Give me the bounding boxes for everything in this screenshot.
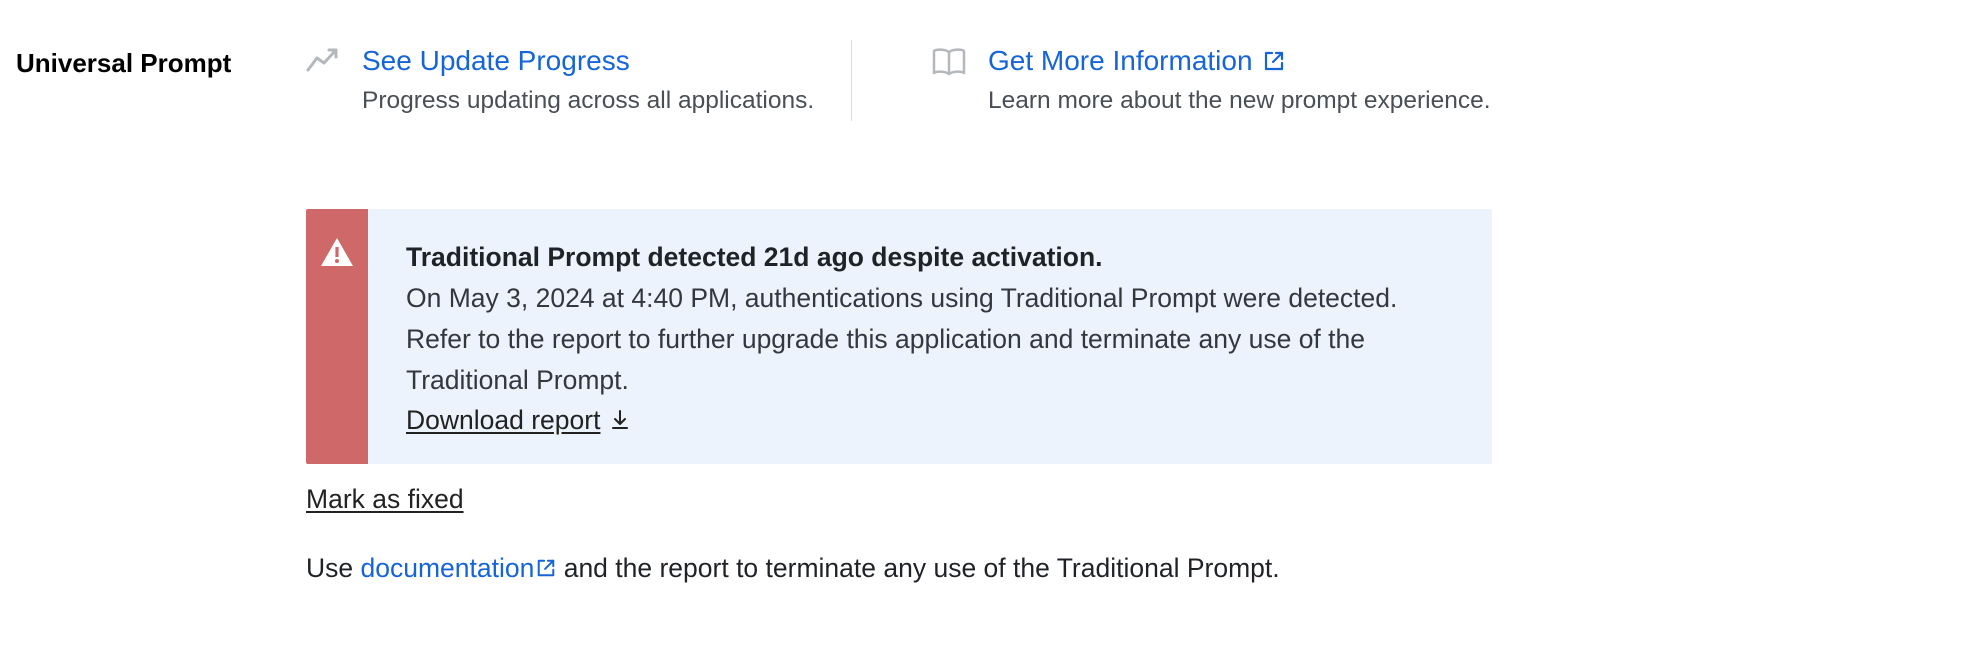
update-progress-block: See Update Progress Progress updating ac… <box>306 30 851 131</box>
trend-up-icon <box>306 48 340 74</box>
external-link-icon <box>1263 50 1285 72</box>
actions-row: See Update Progress Progress updating ac… <box>306 30 1952 131</box>
download-report-link[interactable]: Download report <box>406 405 630 436</box>
get-more-info-sub: Learn more about the new prompt experien… <box>988 84 1491 117</box>
mark-as-fixed-link[interactable]: Mark as fixed <box>306 484 464 515</box>
get-more-info-link-text: Get More Information <box>988 44 1253 78</box>
see-update-progress-link[interactable]: See Update Progress <box>362 44 814 78</box>
download-report-text: Download report <box>406 405 600 436</box>
book-icon <box>932 48 966 76</box>
footer-suffix: and the report to terminate any use of t… <box>556 553 1279 583</box>
external-link-icon <box>536 558 556 578</box>
footer-prefix: Use <box>306 553 361 583</box>
alert-accent-bar <box>306 209 368 464</box>
download-icon <box>610 409 630 431</box>
get-more-info-link[interactable]: Get More Information <box>988 44 1491 78</box>
more-info-block: Get More Information Learn more about th… <box>852 30 1491 131</box>
documentation-link-text: documentation <box>361 553 535 584</box>
alert-title: Traditional Prompt detected 21d ago desp… <box>406 237 1456 278</box>
footer-note: Use documentation and the report to term… <box>306 553 1952 584</box>
warning-alert: Traditional Prompt detected 21d ago desp… <box>306 209 1492 464</box>
warning-triangle-icon <box>320 237 354 267</box>
see-update-progress-sub: Progress updating across all application… <box>362 84 814 117</box>
alert-description: On May 3, 2024 at 4:40 PM, authenticatio… <box>406 278 1456 401</box>
section-label: Universal Prompt <box>16 30 306 79</box>
documentation-link[interactable]: documentation <box>361 553 557 584</box>
